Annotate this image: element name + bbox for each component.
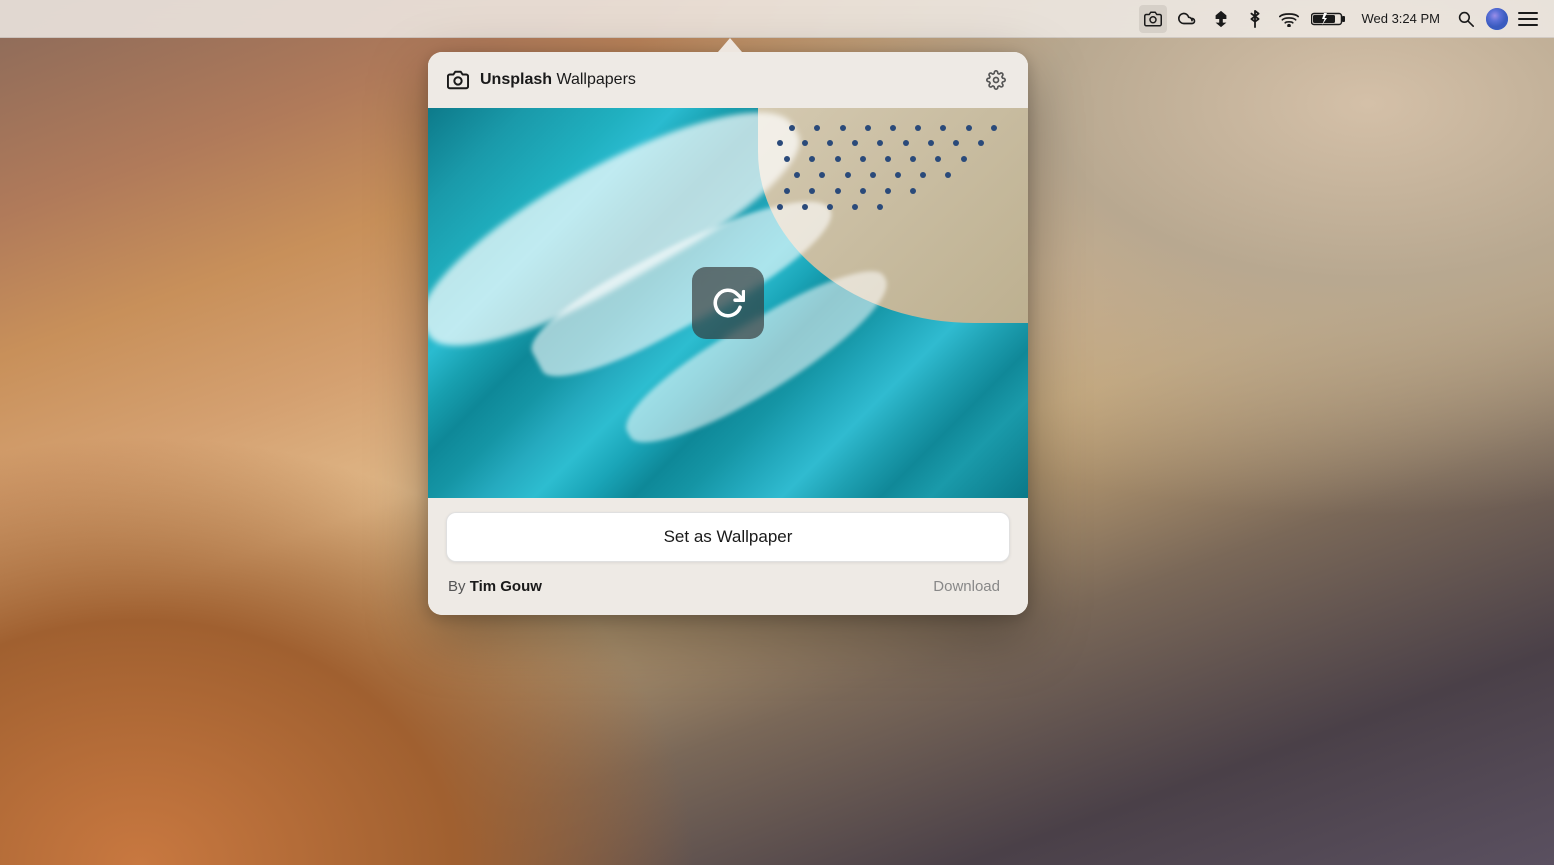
popup-title: Unsplash Wallpapers [480,71,636,89]
umbrella-dot [852,140,858,146]
umbrella-dot [784,156,790,162]
umbrella-dot [794,172,800,178]
umbrella-dot [877,140,883,146]
umbrella-dot [953,140,959,146]
set-as-wallpaper-button[interactable]: Set as Wallpaper [446,512,1010,562]
photographer-name: Tim Gouw [470,578,542,595]
umbrella-dot [835,156,841,162]
battery-menubar-icon[interactable] [1309,5,1349,33]
umbrella-dot [809,188,815,194]
popup-bottom-section: Set as Wallpaper By Tim Gouw Download [428,498,1028,615]
umbrella-dot [885,156,891,162]
umbrella-dot [890,125,896,131]
umbrella-dot [935,156,941,162]
workflow-menubar-icon[interactable] [1207,5,1235,33]
umbrella-dot [885,188,891,194]
popup-camera-icon [446,68,470,92]
umbrella-dot [827,140,833,146]
umbrella-dot [845,172,851,178]
umbrella-dot [877,204,883,210]
spotlight-search-icon[interactable] [1452,5,1480,33]
umbrella-dot [860,156,866,162]
umbrella-dot [802,204,808,210]
photographer-credit: By Tim Gouw [448,578,542,595]
umbrella-dot [991,125,997,131]
umbrella-dot [814,125,820,131]
wifi-menubar-icon[interactable] [1275,5,1303,33]
umbrella-dot [802,140,808,146]
menu-bar: Wed 3:24 PM [0,0,1554,38]
menubar-time: Wed 3:24 PM [1361,11,1440,26]
umbrella-dot [784,188,790,194]
wallpaper-preview-image[interactable] [428,108,1028,498]
user-avatar[interactable] [1486,8,1508,30]
umbrella-dot [860,188,866,194]
bluetooth-menubar-icon[interactable] [1241,5,1269,33]
umbrella-dot [910,188,916,194]
umbrella-dot [915,125,921,131]
umbrella-dot [920,172,926,178]
umbrella-dot [840,125,846,131]
umbrella-dot [961,156,967,162]
popup-footer: By Tim Gouw Download [446,574,1010,599]
umbrella-dot [789,125,795,131]
camera-menubar-icon[interactable] [1139,5,1167,33]
umbrella-dot [827,204,833,210]
refresh-icon [711,286,745,320]
unsplash-wallpapers-popup: Unsplash Wallpapers [428,52,1028,615]
umbrella-dot [777,140,783,146]
umbrella-dot [945,172,951,178]
umbrella-dot [835,188,841,194]
control-center-icon[interactable] [1514,5,1542,33]
umbrella-dot [928,140,934,146]
settings-gear-button[interactable] [982,66,1010,94]
umbrella-dot [910,156,916,162]
popup-header: Unsplash Wallpapers [428,52,1028,108]
umbrella-dot [903,140,909,146]
popup-caret [718,38,742,52]
umbrella-dot [819,172,825,178]
refresh-wallpaper-button[interactable] [692,267,764,339]
umbrella-dot [870,172,876,178]
icloud-menubar-icon[interactable] [1173,5,1201,33]
umbrella-dot [852,204,858,210]
umbrella-dot [966,125,972,131]
umbrella-dot [940,125,946,131]
umbrella-dot [865,125,871,131]
umbrella-dot [895,172,901,178]
umbrella-dot [809,156,815,162]
download-button[interactable]: Download [925,574,1008,599]
umbrella-dot [777,204,783,210]
umbrella-dot [978,140,984,146]
beach-umbrellas [764,116,1016,292]
